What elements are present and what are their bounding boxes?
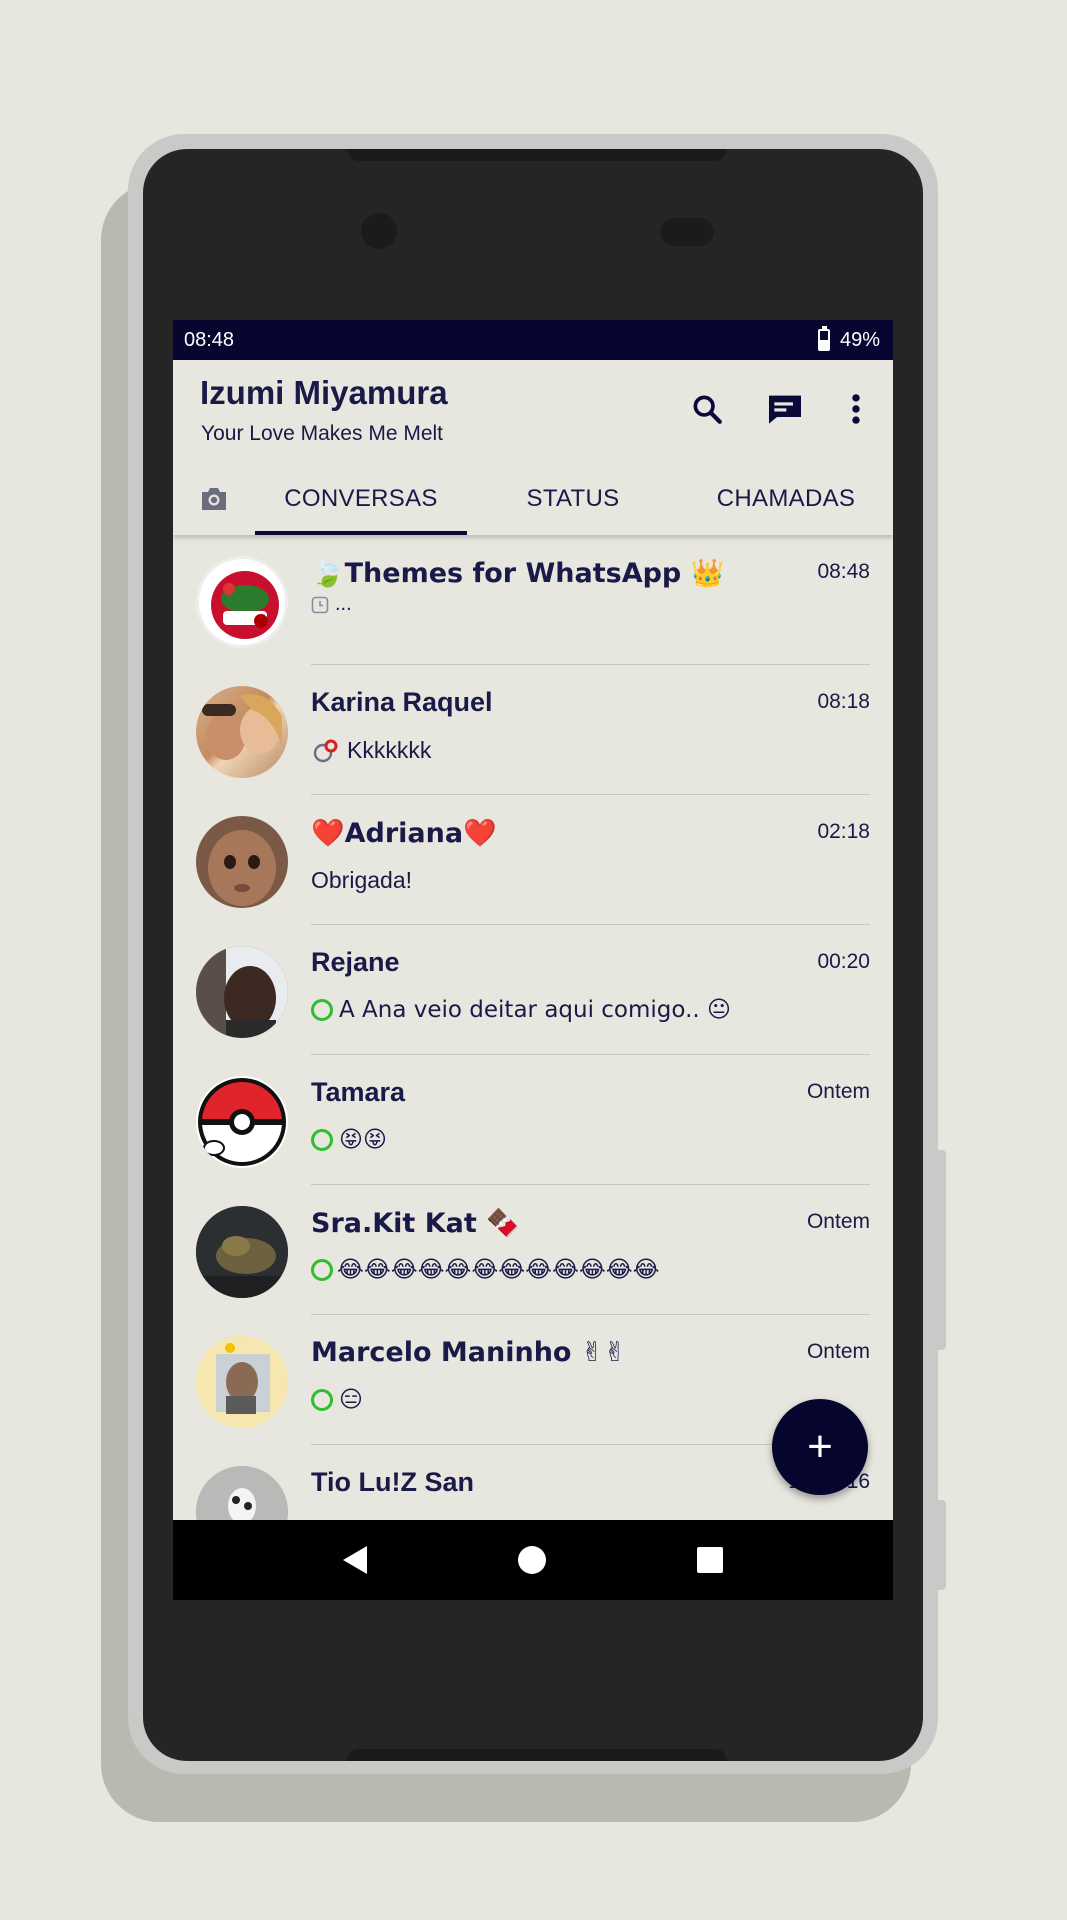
chat-row[interactable]: ❤️Adriana❤️ 02:18 Obrigada!	[173, 795, 893, 925]
new-conversation-fab[interactable]: +	[772, 1399, 868, 1495]
chat-message-text: 😑	[339, 1387, 363, 1413]
chat-time: Ontem	[806, 1080, 870, 1103]
chat-message-text: ...	[335, 593, 352, 615]
status-ring-icon	[311, 1389, 333, 1411]
battery-icon	[817, 326, 830, 351]
chat-row[interactable]: Tamara Ontem 😝😝	[173, 1055, 893, 1185]
chat-name: ❤️Adriana❤️	[311, 818, 497, 849]
chat-time: 08:48	[817, 560, 870, 583]
avatar	[196, 946, 288, 1038]
navigation-bar	[173, 1520, 893, 1600]
tab-camera[interactable]	[173, 463, 255, 535]
chat-name: Tamara	[311, 1077, 406, 1107]
more-options-button[interactable]	[832, 385, 880, 433]
chat-name: Tio Lu!Z San	[311, 1467, 474, 1497]
chat-row[interactable]: Karina Raquel 08:18 Kkkkkkk	[173, 665, 893, 795]
avatar	[196, 556, 288, 648]
chat-message: ...	[311, 593, 352, 616]
tab-chamadas[interactable]: CHAMADAS	[679, 463, 893, 535]
chat-row[interactable]: Sra.Kit Kat 🍫 Ontem 😂😂😂😂😂😂😂😂😂😂😂😂	[173, 1185, 893, 1315]
chat-time: 02:18	[817, 820, 870, 843]
chat-message: 😂😂😂😂😂😂😂😂😂😂😂😂	[311, 1257, 660, 1283]
chat-name: Rejane	[311, 947, 400, 977]
chat-name: 🍃Themes for WhatsApp 👑	[311, 558, 725, 589]
status-time: 08:48	[184, 328, 235, 351]
search-icon	[693, 395, 722, 424]
chat-message-text: 😝😝	[339, 1127, 387, 1153]
earpiece-speaker	[660, 218, 714, 246]
battery-percent: 49%	[839, 328, 880, 351]
new-chat-button[interactable]	[761, 385, 809, 433]
camera-icon	[202, 488, 226, 510]
chat-row[interactable]: 🍃Themes for WhatsApp 👑 08:48 ...	[173, 535, 893, 665]
tab-status[interactable]: STATUS	[467, 463, 679, 535]
chat-time: 08:18	[817, 690, 870, 713]
status-bar: 08:48 49%	[173, 320, 893, 360]
home-icon[interactable]	[517, 1546, 546, 1574]
chat-icon	[769, 395, 801, 424]
chat-message-text: Obrigada!	[311, 867, 413, 893]
status-right: 49%	[817, 326, 880, 352]
chat-row[interactable]: Rejane 00:20 A Ana veio deitar aqui comi…	[173, 925, 893, 1055]
chat-time: 00:20	[817, 950, 870, 973]
avatar	[196, 1206, 288, 1298]
chat-name: Sra.Kit Kat 🍫	[311, 1208, 520, 1239]
tab-bar: CONVERSAS STATUS CHAMADAS	[173, 463, 893, 535]
clock-icon	[311, 596, 329, 613]
phone-screen: 08:48 49% Izumi Miyamura Your Love Makes…	[173, 320, 893, 1600]
chat-name: Karina Raquel	[311, 687, 493, 717]
chat-message-text: A Ana veio deitar aqui comigo.. 😐	[339, 997, 731, 1023]
profile-name: Izumi Miyamura	[200, 374, 448, 411]
chat-time: Ontem	[806, 1210, 870, 1233]
recent-apps-icon[interactable]	[696, 1547, 723, 1573]
app-bar: Izumi Miyamura Your Love Makes Me Melt C…	[173, 360, 893, 535]
status-ring-icon	[311, 999, 333, 1021]
volume-button	[938, 1150, 946, 1350]
profile-status: Your Love Makes Me Melt	[201, 422, 444, 445]
avatar	[196, 686, 288, 778]
phone-top-edge	[347, 149, 727, 161]
chat-message: Kkkkkkk	[311, 737, 431, 764]
avatar	[196, 816, 288, 908]
status-ring-icon	[311, 1129, 333, 1151]
chat-message: A Ana veio deitar aqui comigo.. 😐	[311, 997, 731, 1023]
back-icon[interactable]	[343, 1546, 368, 1574]
search-button[interactable]	[683, 385, 731, 433]
chat-message-text: 😂😂😂😂😂😂😂😂😂😂😂😂	[337, 1257, 660, 1283]
chat-message-text: Kkkkkkk	[347, 737, 432, 763]
tab-conversas[interactable]: CONVERSAS	[255, 463, 467, 535]
chat-message: 😑	[311, 1387, 363, 1413]
avatar	[196, 1336, 288, 1428]
status-ring-icon	[311, 1259, 333, 1281]
chat-message: Obrigada!	[311, 867, 412, 894]
chat-message: 😝😝	[311, 1127, 387, 1153]
status-pin-icon	[313, 739, 338, 762]
avatar	[196, 1076, 288, 1168]
chat-time: Ontem	[806, 1340, 870, 1363]
more-vert-icon	[852, 394, 860, 424]
front-camera	[361, 213, 397, 249]
phone-bottom-edge	[347, 1749, 727, 1761]
chat-name: Marcelo Maninho ✌✌	[311, 1337, 627, 1368]
power-button	[938, 1500, 946, 1590]
